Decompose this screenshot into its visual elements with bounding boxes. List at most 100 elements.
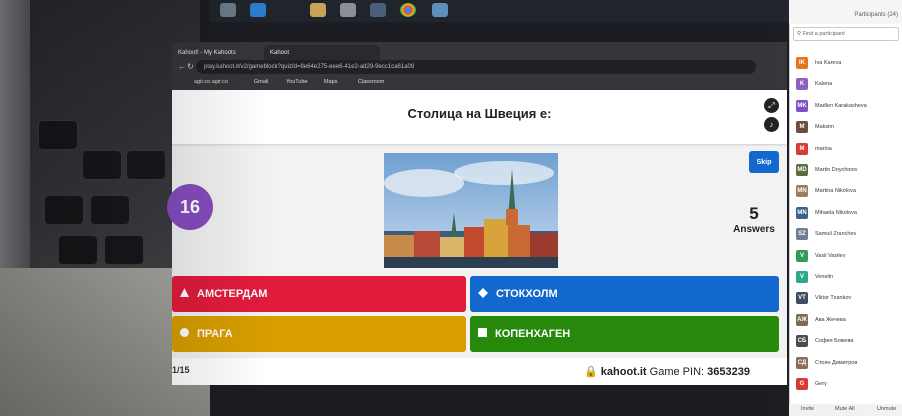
pin-label: Game PIN: (649, 366, 705, 378)
reload-icon[interactable]: ↻ (187, 62, 194, 71)
participant-row[interactable]: MN Martina Nikolova (796, 184, 856, 198)
participant-avatar: MD (796, 164, 808, 176)
participant-row[interactable]: K Kalena (796, 77, 832, 91)
fullscreen-icon[interactable]: ⤢ (764, 98, 779, 113)
square-icon (478, 328, 487, 340)
search-icon: ⚲ (797, 31, 802, 37)
bookmark-item[interactable]: YouTube (286, 79, 308, 85)
participant-name: Madlen Karakasheva (815, 102, 867, 109)
participant-row[interactable]: АЖ Ава Жечева (796, 313, 846, 327)
skip-button[interactable]: Skip (749, 151, 779, 173)
participant-name: Martin Doychinov (815, 167, 858, 173)
participant-name: Maksim (815, 124, 834, 131)
participant-row[interactable]: IK Iva Kareva (796, 56, 841, 70)
answer-option-green[interactable]: КОПЕНХАГЕН (470, 316, 779, 352)
participant-name: marina (815, 145, 832, 152)
triangle-icon (180, 288, 189, 300)
brand-name: kahoot.it (600, 366, 647, 378)
participant-name: София Божева (815, 338, 854, 345)
participant-row[interactable]: СД Стоян Димитров (796, 356, 857, 370)
keyboard-key (90, 195, 130, 225)
participant-name: Стоян Димитров (815, 359, 858, 366)
answer-text: СТОКХОЛМ (496, 288, 558, 300)
mute-all-button[interactable]: Mute All (835, 406, 855, 412)
participants-header: Participants (24) (789, 0, 902, 24)
keyboard-key (126, 150, 166, 180)
keyboard-key (38, 120, 78, 150)
participant-avatar: V (796, 271, 808, 283)
answer-option-yellow[interactable]: ПРАГА (172, 316, 466, 352)
answer-option-blue[interactable]: СТОКХОЛМ (470, 276, 779, 312)
participant-row[interactable]: V Vasil Vasilev (796, 249, 845, 263)
bookmark-item[interactable]: Classroom (358, 79, 384, 85)
tab-kahoot[interactable]: Kahoot (264, 45, 380, 61)
lock-icon: 🔒 (584, 366, 598, 378)
mail-icon[interactable] (370, 3, 386, 17)
find-placeholder: Find a participant (802, 31, 845, 37)
chrome-icon[interactable] (400, 3, 416, 17)
circle-icon (180, 328, 189, 340)
participant-avatar: K (796, 78, 808, 91)
question-image (384, 153, 558, 268)
participant-avatar: СД (796, 356, 808, 369)
answer-text: ПРАГА (197, 328, 233, 340)
folder-icon[interactable] (310, 3, 326, 17)
taskbar-icon[interactable] (220, 3, 236, 17)
question-text: Столица на Швеция е: (407, 106, 552, 121)
participant-name: Martina Nikolova (815, 188, 856, 195)
participant-name: Samuil Zranchev (815, 231, 857, 238)
participant-row[interactable]: G Gery (796, 377, 827, 391)
keyboard-key (44, 195, 84, 225)
participant-avatar: MK (796, 99, 808, 112)
participant-row[interactable]: V Venelin (796, 270, 833, 284)
answers-count: 5 (749, 204, 759, 223)
answers-counter: 5 Answers (722, 204, 786, 235)
participants-footer: Invite Mute All Unmute (789, 404, 902, 416)
participant-row[interactable]: SZ Samuil Zranchev (796, 227, 856, 241)
game-pin-area: 🔒 kahoot.it Game PIN: 3653239 (584, 365, 750, 378)
back-icon[interactable]: ← (178, 62, 186, 71)
app-icon[interactable] (432, 3, 448, 17)
diamond-icon (478, 287, 488, 301)
unmute-button[interactable]: Unmute (877, 406, 896, 412)
question-progress: 1/15 (172, 365, 190, 375)
participant-avatar: АЖ (796, 313, 808, 326)
participant-name: Viktor Tzankov (815, 295, 852, 302)
bookmarks-bar: agir.co.agir.co Gmail YouTube Maps Class… (172, 76, 787, 90)
bookmark-item[interactable]: agir.co.agir.co (194, 79, 228, 85)
invite-button[interactable]: Invite (801, 406, 814, 412)
answers-label: Answers (733, 224, 775, 235)
participant-name: Vasil Vasilev (815, 252, 846, 259)
answer-option-red[interactable]: АМСТЕРДАМ (172, 276, 466, 312)
keyboard-key (82, 150, 122, 180)
sound-icon[interactable]: ♪ (764, 117, 779, 132)
bookmark-item[interactable]: Gmail (254, 79, 268, 85)
participant-avatar: IK (796, 57, 808, 69)
keyboard-key (58, 235, 98, 265)
participant-name: Mihaela Nikolova (815, 209, 857, 216)
participant-row[interactable]: Mmarina (796, 142, 832, 156)
edge-icon[interactable] (250, 3, 266, 17)
participant-avatar: V (796, 249, 808, 262)
participant-name: Venelin (815, 274, 834, 280)
find-participant-input[interactable]: ⚲ Find a participant (793, 27, 899, 41)
participant-name: Ава Жечева (815, 316, 846, 323)
participant-row[interactable]: MK Madlen Karakasheva (796, 99, 867, 113)
participant-row[interactable]: MN Mihaela Nikolova (796, 206, 857, 220)
participant-row[interactable]: СБ София Божева (796, 334, 853, 348)
tab-my-kahoots[interactable]: Kahoot! - My Kahoots (172, 45, 266, 61)
participant-row[interactable]: VT Viktor Tzankov (796, 291, 851, 305)
participant-avatar: M (796, 121, 808, 134)
participants-title: Participants (24) (854, 12, 898, 18)
store-icon[interactable] (340, 3, 356, 17)
keyboard-key (104, 235, 144, 265)
participant-avatar: VT (796, 292, 808, 305)
address-bar[interactable]: play.kahoot.it/v2/gameblock?quizId=8e64e… (196, 60, 756, 74)
bookmark-item[interactable]: Maps (324, 79, 337, 85)
participant-avatar: M (796, 142, 808, 155)
participant-avatar: СБ (796, 335, 808, 348)
participant-avatar: MN (796, 185, 808, 198)
participant-row[interactable]: MD Martin Doychinov (796, 163, 858, 177)
participant-row[interactable]: M Maksim (796, 120, 834, 134)
participant-avatar: G (796, 378, 808, 390)
